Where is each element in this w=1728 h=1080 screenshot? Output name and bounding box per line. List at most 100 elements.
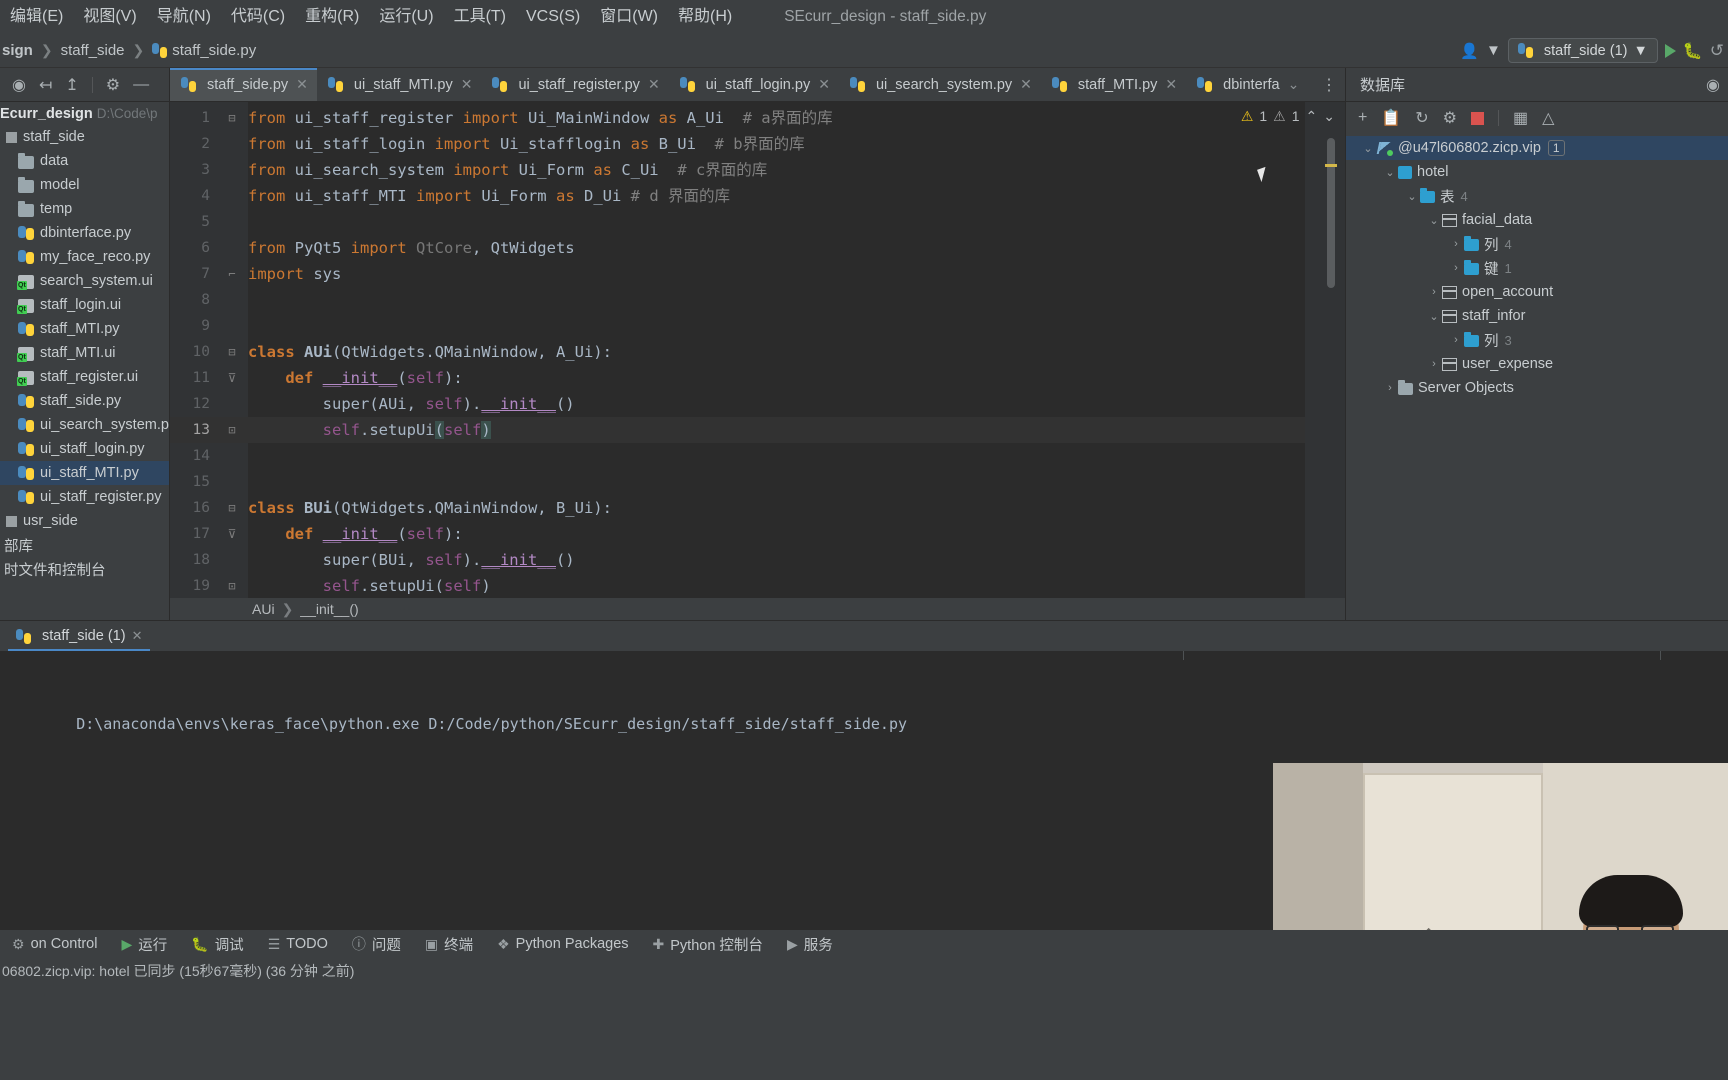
add-datasource-icon[interactable]: + [1358,109,1367,127]
close-icon[interactable]: ✕ [461,76,473,93]
tree-item-model[interactable]: model [0,173,169,197]
menu-item-edit[interactable]: 编辑(E) [0,0,73,34]
db-node-tables[interactable]: ⌄ 表 4 [1346,184,1728,208]
tree-item-ui_search_system[interactable]: ui_search_system.py [0,413,169,437]
db-node-columns-staff[interactable]: › 列 3 [1346,328,1728,352]
chevron-down-icon[interactable]: ⌄ [1426,310,1442,323]
chevron-right-icon[interactable]: › [1426,358,1442,370]
tree-item-ui_staff_MTI[interactable]: ui_staff_MTI.py [0,461,169,485]
diagram-icon[interactable]: △ [1542,108,1554,128]
editor-tabs-overflow-icon[interactable]: ⋮ [1313,68,1345,101]
menu-item-help[interactable]: 帮助(H) [668,0,742,34]
tree-item-ui_staff_login[interactable]: ui_staff_login.py [0,437,169,461]
locate-file-icon[interactable]: ◉ [12,75,26,95]
fold-icon[interactable]: ⊡ [216,573,248,599]
toolwindow-version-control[interactable]: ⚙ on Control [0,936,109,953]
close-icon[interactable]: ✕ [1020,76,1032,93]
collapse-all-icon[interactable]: ↥ [65,75,78,95]
tree-item-my_face_reco[interactable]: my_face_reco.py [0,245,169,269]
run-tab-staff_side[interactable]: staff_side (1) ✕ [8,621,151,651]
db-node-user_expense[interactable]: › user_expense [1346,352,1728,376]
editor-tab-ui_staff_MTI[interactable]: ui_staff_MTI.py ✕ [317,68,482,101]
fold-icon[interactable]: ⌐ [216,261,248,287]
db-node-facial_data[interactable]: ⌄ facial_data [1346,208,1728,232]
menu-item-window[interactable]: 窗口(W) [590,0,668,34]
fold-icon[interactable]: ⊟ [216,339,248,365]
fold-icon[interactable]: ⊟ [216,105,248,131]
editor-tab-ui_search_system[interactable]: ui_search_system.py ✕ [839,68,1041,101]
chevron-down-icon[interactable]: ⌄ [1426,214,1442,227]
chevron-down-icon[interactable]: ▼ [1486,42,1501,59]
chevron-down-icon[interactable]: ⌄ [1382,166,1398,179]
fold-icon[interactable]: ⊟ [216,495,248,521]
toolwindow-problems[interactable]: ⓘ 问题 [340,934,413,955]
toolwindow-python-console[interactable]: ✚ Python 控制台 [641,934,775,955]
menu-item-refactor[interactable]: 重构(R) [295,0,369,34]
tree-item-external-libraries[interactable]: 部库 [0,533,169,557]
debug-icon[interactable]: 🐛 [1683,41,1703,61]
previous-problem-icon[interactable]: ⌃ [1306,108,1318,125]
toolwindow-python-packages[interactable]: ❖ Python Packages [485,936,640,953]
settings-icon[interactable]: ◉ [1706,75,1728,95]
menu-item-view[interactable]: 视图(V) [73,0,146,34]
tree-item-staff_MTI-py[interactable]: staff_MTI.py [0,317,169,341]
chevron-down-icon[interactable]: ⌄ [1360,142,1376,155]
tree-item-dbinterface[interactable]: dbinterface.py [0,221,169,245]
expand-all-icon[interactable]: ↤ [39,75,52,95]
menu-item-run[interactable]: 运行(U) [369,0,443,34]
close-icon[interactable]: ✕ [818,76,830,93]
chevron-right-icon[interactable]: › [1426,286,1442,298]
editor-inspection-sidebar[interactable] [1305,102,1345,620]
tree-item-ui_staff_register[interactable]: ui_staff_register.py [0,485,169,509]
fold-icon[interactable]: ⊡ [216,417,248,443]
tree-item-search_system-ui[interactable]: search_system.ui [0,269,169,293]
fold-icon[interactable]: ⊽ [216,365,248,391]
db-node-staff_infor[interactable]: ⌄ staff_infor [1346,304,1728,328]
db-node-server-objects[interactable]: › Server Objects [1346,376,1728,400]
close-icon[interactable]: ✕ [296,76,308,93]
editor-tab-ui_staff_register[interactable]: ui_staff_register.py ✕ [481,68,668,101]
coverage-icon[interactable]: ↺ [1710,41,1724,61]
tree-item-scratches-consoles[interactable]: 时文件和控制台 [0,557,169,581]
project-root-row[interactable]: Ecurr_design D:\Code\p [0,102,169,125]
run-query-icon[interactable]: ⚙ [1443,108,1457,128]
editor-tab-staff_MTI[interactable]: staff_MTI.py ✕ [1041,68,1186,101]
toolwindow-todo[interactable]: ☰ TODO [256,936,340,953]
tree-item-staff_MTI-ui[interactable]: staff_MTI.ui [0,341,169,365]
inspection-marker[interactable] [1325,164,1337,167]
tree-item-temp[interactable]: temp [0,197,169,221]
toolwindow-terminal[interactable]: ▣ 终端 [413,934,485,955]
close-icon[interactable]: ✕ [648,76,660,93]
editor-tab-dbinterface[interactable]: dbinterfa ⌄ [1186,68,1308,101]
chevron-right-icon[interactable]: › [1448,262,1464,274]
menu-item-navigate[interactable]: 导航(N) [147,0,221,34]
breadcrumb-class[interactable]: AUi [252,601,275,617]
copy-icon[interactable]: 📋 [1381,108,1401,128]
db-node-connection[interactable]: ⌄ @u47l606802.zicp.vip 1 [1346,136,1728,160]
editor-scrollbar[interactable] [1327,138,1335,288]
menu-item-tools[interactable]: 工具(T) [444,0,516,34]
editor-tab-ui_staff_login[interactable]: ui_staff_login.py ✕ [669,68,839,101]
table-editor-icon[interactable]: ▦ [1513,108,1528,128]
run-button[interactable] [1664,43,1676,58]
breadcrumb-method[interactable]: __init__() [300,601,358,617]
tree-item-staff_side-py[interactable]: staff_side.py [0,389,169,413]
close-icon[interactable]: ✕ [132,628,143,644]
run-configuration-selector[interactable]: staff_side (1) ▼ [1507,38,1658,63]
tree-item-staff_register-ui[interactable]: staff_register.ui [0,365,169,389]
tree-item-usr_side[interactable]: usr_side [0,509,169,533]
tree-item-data[interactable]: data [0,149,169,173]
chevron-down-icon[interactable]: ⌄ [1404,190,1420,203]
db-node-keys-facial[interactable]: › 键 1 [1346,256,1728,280]
chevron-right-icon[interactable]: › [1382,382,1398,394]
gear-icon[interactable]: ⚙ [106,75,120,95]
breadcrumb-item-project[interactable]: sign [2,42,33,59]
chevron-right-icon[interactable]: › [1448,334,1464,346]
breadcrumb-item-file[interactable]: staff_side.py [172,42,256,59]
code-editor[interactable]: 1 ⊟ from ui_staff_register import Ui_Mai… [170,102,1345,620]
toolwindow-debug[interactable]: 🐛 调试 [179,934,255,955]
tree-item-staff_login-ui[interactable]: staff_login.ui [0,293,169,317]
user-account-icon[interactable]: 👤 [1460,42,1479,60]
hide-icon[interactable]: — [133,76,149,94]
toolwindow-services[interactable]: ▶ 服务 [775,934,845,955]
